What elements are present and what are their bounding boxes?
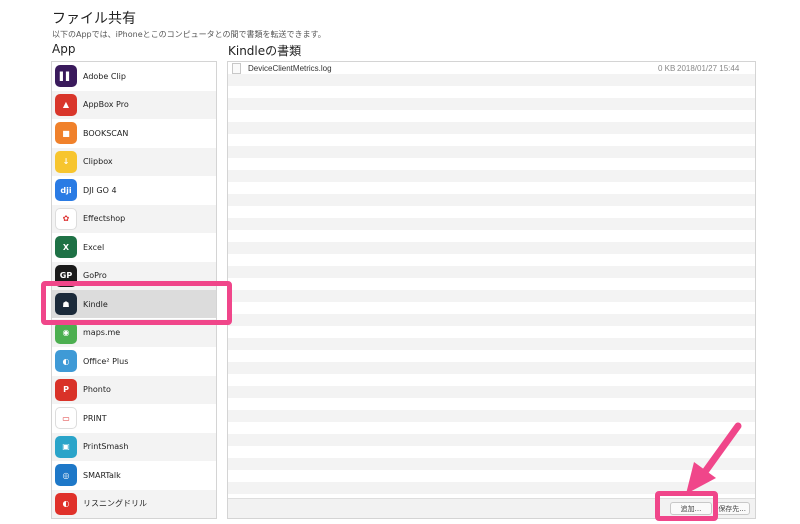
page-subtitle: 以下のAppでは、iPhoneとこのコンピュータとの間で書類を転送できます。 [52, 30, 326, 39]
app-row[interactable]: ▲ AppBox Pro [52, 90, 216, 119]
app-label: DJI GO 4 [83, 185, 117, 195]
gopro-icon: GP [55, 264, 77, 287]
file-row[interactable]: DeviceClientMetrics.log 0 KB 2018/01/27 … [228, 62, 755, 76]
list-stripe [228, 302, 755, 314]
app-label: Office² Plus [83, 356, 129, 366]
app-label: GoPro [83, 271, 107, 280]
app-row[interactable]: dji DJI GO 4 [52, 176, 216, 204]
list-stripe [228, 158, 755, 170]
bookscan-icon: ■ [55, 122, 77, 144]
app-label: SMARTalk [83, 470, 121, 480]
app-row[interactable]: ▣ PrintSmash [52, 432, 216, 461]
app-label: Kindle [83, 299, 108, 309]
app-row[interactable]: ▭ PRINT [52, 404, 216, 432]
app-label: Excel [83, 242, 105, 252]
list-stripe [228, 350, 755, 362]
app-label: AppBox Pro [83, 100, 129, 109]
list-stripe [228, 254, 755, 266]
maps-me-icon: ◉ [55, 321, 77, 344]
list-stripe [228, 398, 755, 410]
save-to-button[interactable]: 保存先... [716, 502, 750, 515]
list-stripe [228, 386, 755, 398]
app-label: BOOKSCAN [83, 128, 129, 138]
app-row[interactable]: ◐ Office² Plus [52, 347, 216, 375]
app-row[interactable]: ◐ リスニングドリル [52, 489, 216, 518]
list-stripe [228, 98, 755, 110]
list-stripe [228, 290, 755, 302]
documents-list: DeviceClientMetrics.log 0 KB 2018/01/27 … [227, 61, 756, 519]
list-stripe [228, 110, 755, 122]
app-label: PrintSmash [83, 442, 129, 451]
dji-go-icon: dji [55, 179, 77, 201]
app-row[interactable]: P Phonto [52, 375, 216, 404]
list-stripe [228, 122, 755, 134]
documents-heading: Kindleの書類 [228, 44, 302, 58]
list-stripe [228, 206, 755, 218]
list-stripe [228, 86, 755, 98]
app-row[interactable]: GP GoPro [52, 261, 216, 290]
list-stripe [228, 374, 755, 386]
app-row[interactable]: ■ BOOKSCAN [52, 119, 216, 147]
list-stripe [228, 314, 755, 326]
add-button[interactable]: 追加... [670, 502, 712, 515]
list-stripe [228, 470, 755, 482]
printsmash-icon: ▣ [55, 435, 77, 458]
list-stripe [228, 170, 755, 182]
app-label: Effectshop [83, 214, 126, 223]
document-icon [232, 63, 241, 74]
app-label: Adobe Clip [83, 71, 126, 81]
list-stripe [228, 434, 755, 446]
apps-heading: App [52, 42, 76, 56]
list-stripe [228, 410, 755, 422]
list-stripe [228, 482, 755, 494]
file-date: 2018/01/27 15:44 [677, 64, 740, 73]
app-row[interactable]: ✿ Effectshop [52, 204, 216, 233]
file-name: DeviceClientMetrics.log [248, 64, 332, 73]
app-list: ▌▌ Adobe Clip ▲ AppBox Pro ■ BOOKSCAN ↓ Clipbox… [51, 61, 217, 519]
app-row[interactable]: ☗ Kindle [52, 290, 216, 318]
app-row[interactable]: ◉ maps.me [52, 318, 216, 347]
app-label: Clipbox [83, 157, 113, 166]
app-row[interactable]: X Excel [52, 233, 216, 261]
phonto-icon: P [55, 378, 77, 401]
list-stripe [228, 218, 755, 230]
list-stripe [228, 446, 755, 458]
kindle-icon: ☗ [55, 293, 77, 315]
list-stripe [228, 278, 755, 290]
list-stripe [228, 134, 755, 146]
list-stripe [228, 338, 755, 350]
clipbox-icon: ↓ [55, 150, 77, 173]
adobe-clip-icon: ▌▌ [55, 65, 77, 87]
list-stripe [228, 194, 755, 206]
list-stripe [228, 326, 755, 338]
list-stripe [228, 146, 755, 158]
file-size: 0 KB [658, 64, 676, 73]
page-title: ファイル共有 [52, 11, 136, 27]
app-row[interactable]: ◎ SMARTalk [52, 461, 216, 489]
app-label: PRINT [83, 413, 107, 423]
office-plus-icon: ◐ [55, 350, 77, 372]
listening-drill-icon: ◐ [55, 492, 77, 515]
list-stripe [228, 266, 755, 278]
app-label: リスニングドリル [83, 499, 147, 508]
list-stripe [228, 422, 755, 434]
list-stripe [228, 242, 755, 254]
list-stripe [228, 458, 755, 470]
app-label: Phonto [83, 385, 111, 394]
canon-print-icon: ▭ [55, 407, 77, 429]
app-row[interactable]: ▌▌ Adobe Clip [52, 62, 216, 90]
list-stripe [228, 230, 755, 242]
smartalk-icon: ◎ [55, 464, 77, 486]
excel-icon: X [55, 236, 77, 258]
list-stripe [228, 182, 755, 194]
documents-toolbar: 追加... 保存先... [228, 498, 755, 518]
app-label: maps.me [83, 328, 121, 337]
app-row[interactable]: ↓ Clipbox [52, 147, 216, 176]
list-stripe [228, 362, 755, 374]
appbox-pro-icon: ▲ [55, 93, 77, 116]
effectshop-icon: ✿ [55, 207, 77, 230]
